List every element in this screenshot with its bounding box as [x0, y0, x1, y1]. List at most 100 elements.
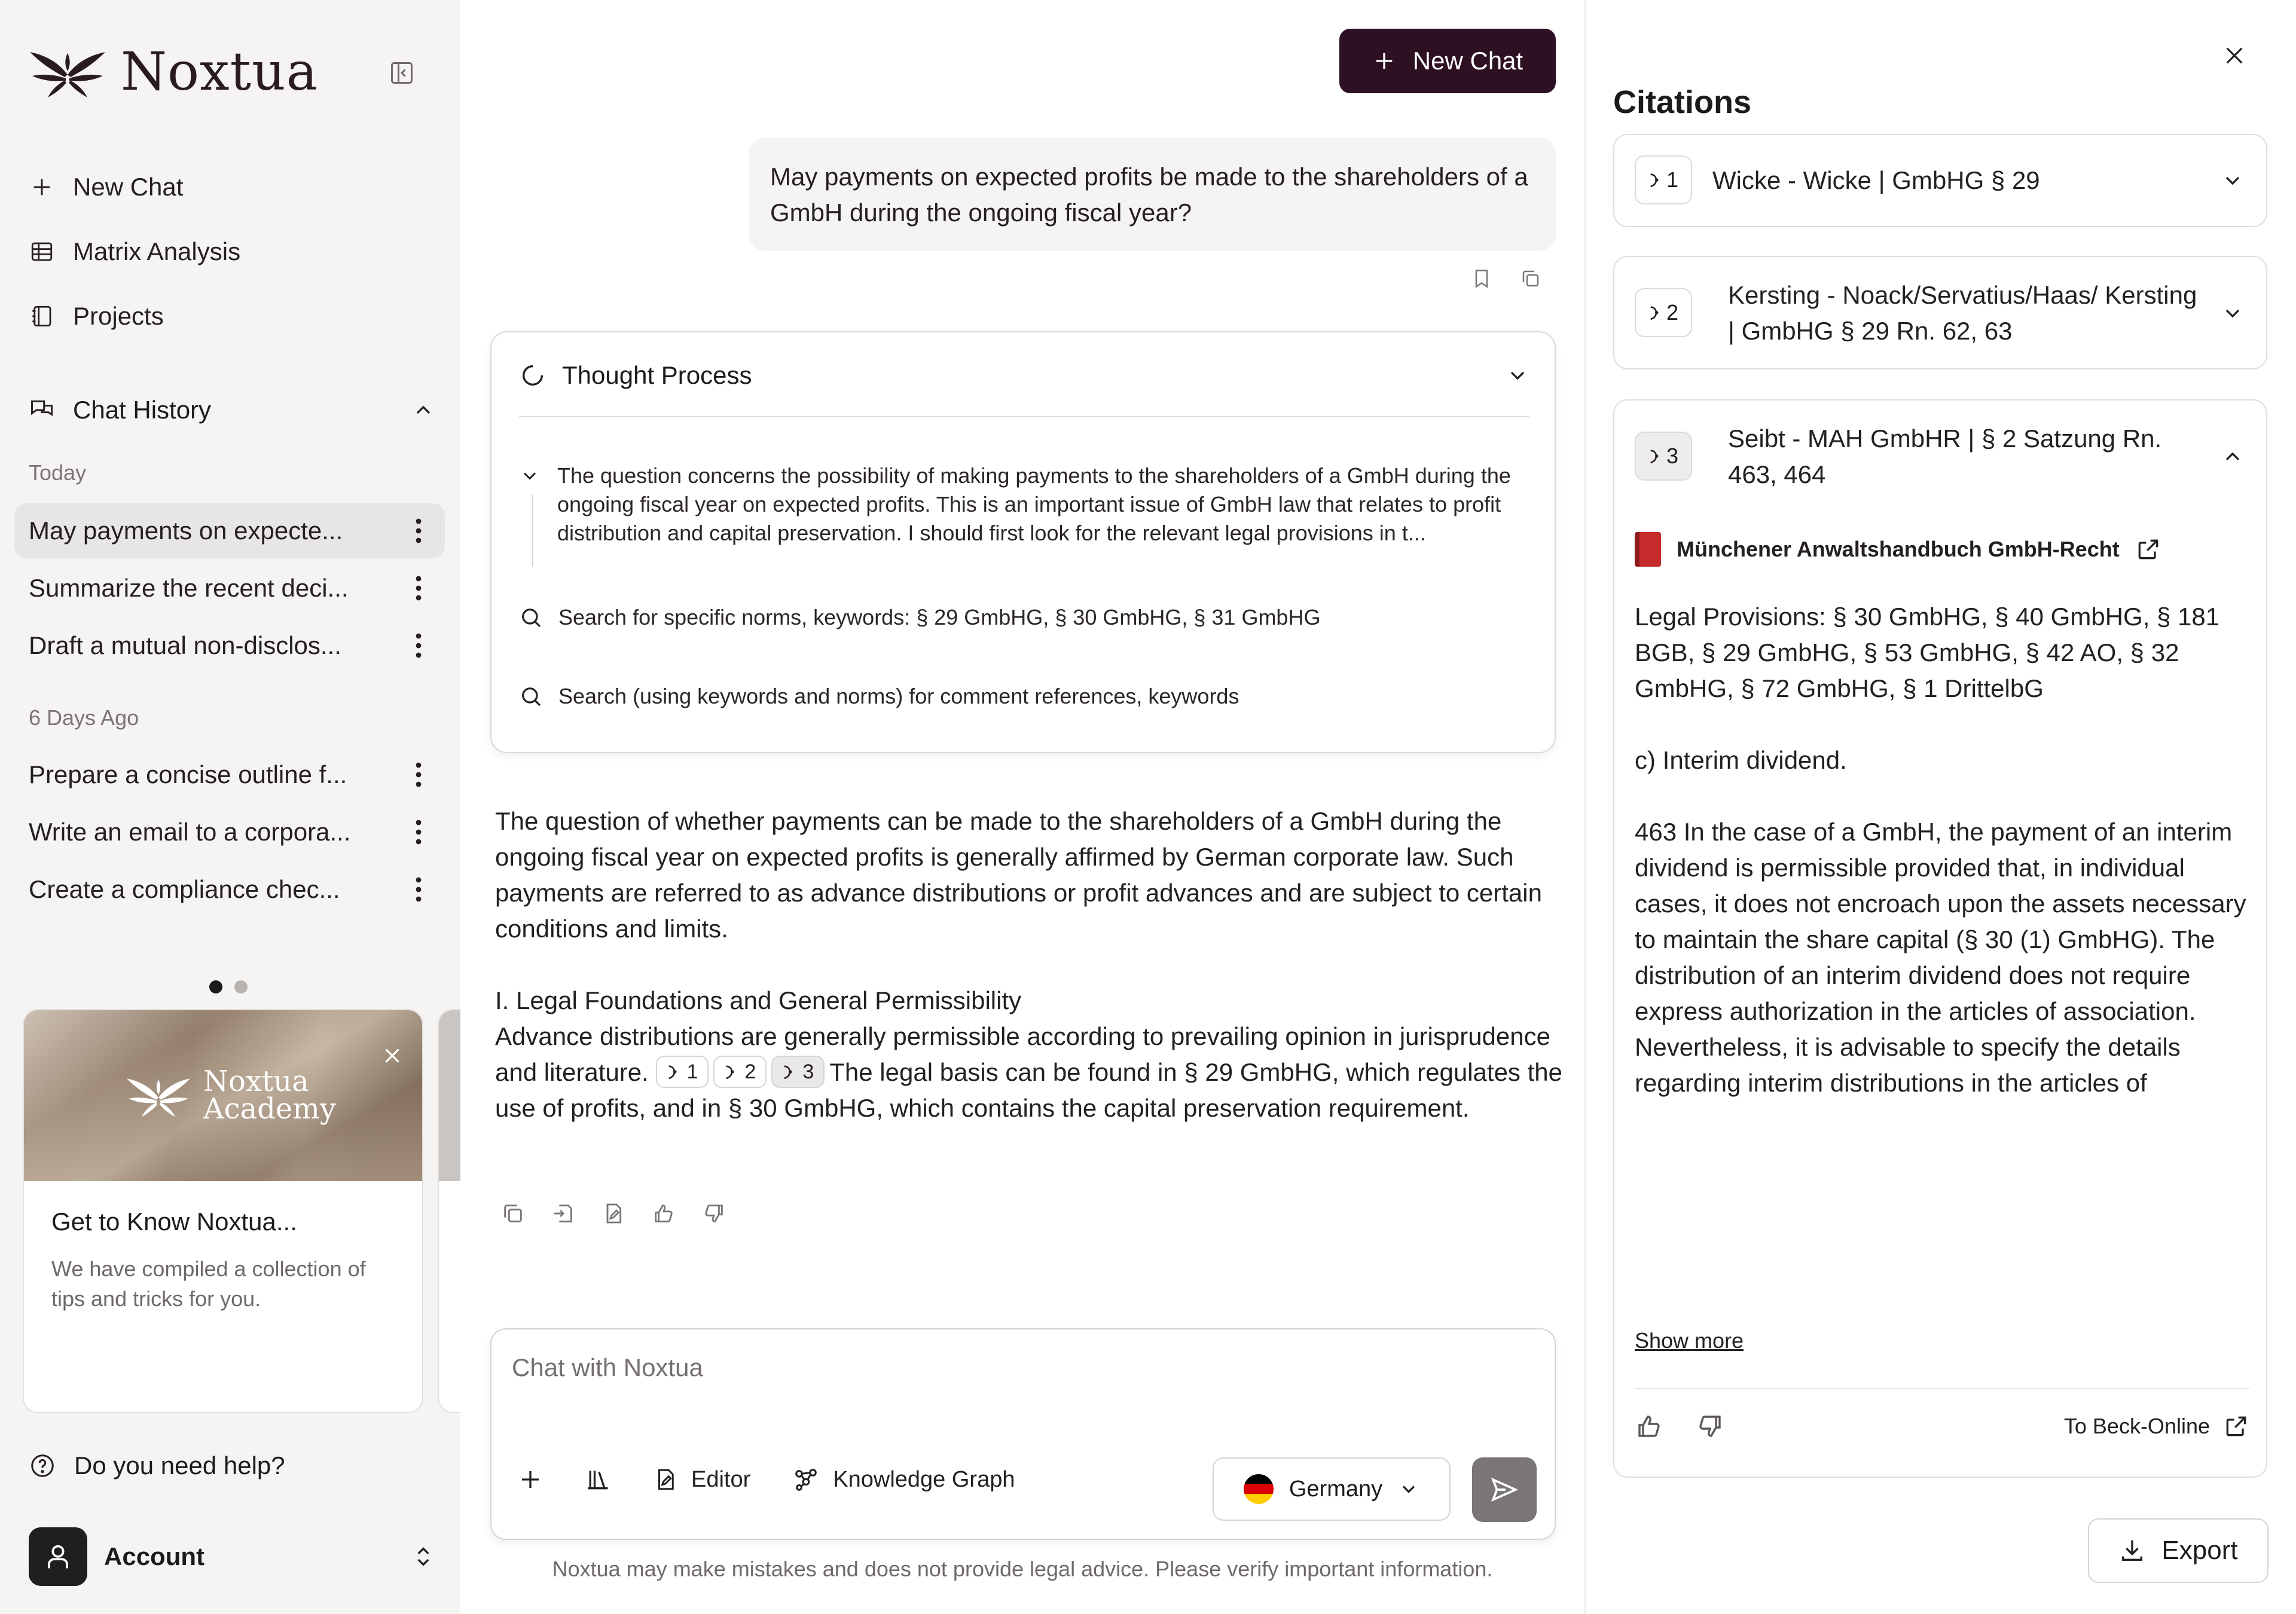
quote-icon: [724, 1063, 737, 1081]
chevron-down-icon: [519, 465, 541, 548]
thought-step: Search (using keywords and norms) for co…: [519, 684, 1239, 709]
attach-plus-icon[interactable]: [518, 1467, 543, 1492]
legal-disclaimer: Noxtua may make mistakes and does not pr…: [552, 1557, 1493, 1581]
citation-section: c) Interim dividend.: [1635, 746, 1847, 774]
library-icon[interactable]: [585, 1466, 611, 1493]
academy-logo: Noxtua Academy: [126, 1065, 336, 1126]
edit-document-icon[interactable]: [602, 1202, 625, 1225]
history-item[interactable]: Draft a mutual non-disclos...: [14, 618, 445, 673]
sidebar-item-label: Projects: [73, 302, 164, 330]
thumbs-up-icon[interactable]: [652, 1202, 676, 1225]
notebook-icon: [29, 303, 55, 329]
history-item[interactable]: Write an email to a corpora...: [14, 805, 445, 860]
country-select[interactable]: Germany: [1213, 1457, 1451, 1521]
citation-card-expanded: 3 Seibt - MAH GmbHR | § 2 Satzung Rn. 46…: [1613, 399, 2267, 1478]
edit-document-icon: [653, 1467, 678, 1492]
citation-chip-selected[interactable]: 3: [771, 1055, 825, 1088]
more-vertical-icon[interactable]: [407, 814, 430, 850]
collapse-sidebar-button[interactable]: [385, 56, 419, 90]
thought-step-text: Search (using keywords and norms) for co…: [558, 684, 1239, 708]
sidebar-item-matrix-analysis[interactable]: Matrix Analysis: [29, 231, 240, 273]
thought-step[interactable]: The question concerns the possibility of…: [519, 461, 1535, 567]
history-item[interactable]: Prepare a concise outline f...: [14, 747, 445, 802]
citation-number: 2: [1666, 300, 1679, 325]
history-group-label: 6 Days Ago: [29, 705, 139, 730]
thought-process-header[interactable]: Thought Process: [519, 351, 1529, 399]
thumbs-up-icon[interactable]: [1635, 1412, 1663, 1441]
panel-title: Citations: [1613, 84, 1752, 120]
citation-number: 3: [1666, 444, 1679, 468]
history-group-label: Today: [29, 460, 87, 485]
help-circle-icon: [29, 1452, 56, 1480]
thought-process-panel: Thought Process The question concerns th…: [490, 331, 1556, 753]
carousel-dot[interactable]: [234, 980, 248, 994]
assistant-answer-paragraph: Advance distributions are generally perm…: [495, 1019, 1565, 1126]
sidebar-item-projects[interactable]: Projects: [29, 295, 164, 337]
app-logo[interactable]: Noxtua: [29, 41, 318, 102]
more-vertical-icon[interactable]: [407, 628, 430, 664]
search-icon: [519, 606, 543, 629]
chat-input[interactable]: Chat with Noxtua: [512, 1353, 703, 1382]
beck-online-label: To Beck-Online: [2063, 1414, 2210, 1438]
thought-process-title: Thought Process: [562, 361, 752, 389]
close-icon[interactable]: [381, 1045, 403, 1066]
citation-number: 1: [686, 1060, 698, 1083]
sidebar-item-label: New Chat: [73, 173, 184, 201]
more-vertical-icon[interactable]: [407, 757, 430, 793]
more-vertical-icon[interactable]: [407, 872, 430, 907]
account-menu[interactable]: Account: [29, 1527, 435, 1586]
chevron-up-icon[interactable]: [2221, 445, 2245, 469]
loading-spinner-icon: [519, 362, 546, 389]
citation-card[interactable]: 2 Kersting - Noack/Servatius/Haas/ Kerst…: [1613, 256, 2267, 369]
close-icon[interactable]: [2222, 43, 2247, 68]
citation-number-badge: 2: [1635, 288, 1692, 337]
next-promo-card[interactable]: [438, 1009, 460, 1413]
bookmark-icon[interactable]: [1471, 268, 1492, 289]
citation-title: Seibt - MAH GmbHR | § 2 Satzung Rn. 463,…: [1728, 424, 2162, 488]
promo-description: We have compiled a collection of tips an…: [51, 1257, 366, 1311]
citation-source[interactable]: Münchener Anwaltshandbuch GmbH-Recht: [1635, 532, 2161, 567]
more-vertical-icon[interactable]: [407, 513, 430, 549]
carousel-dot-active[interactable]: [209, 980, 222, 994]
chevron-down-icon: [1506, 363, 1529, 387]
quote-icon: [1648, 304, 1662, 322]
history-item[interactable]: May payments on expecte...: [14, 503, 445, 558]
more-vertical-icon[interactable]: [407, 570, 430, 606]
account-label: Account: [104, 1542, 204, 1570]
help-link[interactable]: Do you need help?: [29, 1451, 285, 1480]
sidebar-collapse-icon: [389, 60, 415, 86]
history-item[interactable]: Summarize the recent deci...: [14, 561, 445, 616]
citation-excerpt: 463 In the case of a GmbH, the payment o…: [1635, 818, 2246, 1097]
citation-number: 3: [802, 1060, 814, 1083]
promo-brand-line: Academy: [203, 1092, 336, 1126]
thumbs-down-icon[interactable]: [702, 1202, 726, 1225]
academy-promo-card[interactable]: Noxtua Academy Get to Know Noxtua... We …: [23, 1009, 423, 1413]
citation-title: Wicke - Wicke | GmbHG § 29: [1712, 166, 2040, 194]
answer-actions: [501, 1202, 726, 1225]
new-chat-button[interactable]: New Chat: [1339, 29, 1556, 93]
sidebar-item-new-chat[interactable]: New Chat: [29, 166, 183, 208]
divider: [1635, 1388, 2249, 1389]
history-item[interactable]: Create a compliance chec...: [14, 862, 445, 917]
copy-icon[interactable]: [501, 1202, 525, 1225]
country-label: Germany: [1289, 1476, 1383, 1502]
assistant-answer-paragraph: The question of whether payments can be …: [495, 807, 1542, 943]
show-more-link[interactable]: Show more: [1635, 1328, 1744, 1353]
thumbs-down-icon[interactable]: [1696, 1412, 1724, 1441]
editor-button[interactable]: Editor: [653, 1467, 750, 1493]
citation-chip[interactable]: 2: [713, 1055, 767, 1088]
quote-icon: [1648, 447, 1662, 465]
copy-icon[interactable]: [1520, 268, 1541, 289]
chat-history-header[interactable]: Chat History: [29, 396, 435, 424]
citation-chip[interactable]: 1: [655, 1055, 709, 1088]
send-button[interactable]: [1472, 1457, 1537, 1522]
citation-card[interactable]: 1 Wicke - Wicke | GmbHG § 29: [1613, 134, 2267, 227]
beck-online-link[interactable]: To Beck-Online: [2064, 1413, 2249, 1439]
insert-icon[interactable]: [551, 1202, 575, 1225]
divider: [519, 416, 1529, 417]
export-button[interactable]: Export: [2088, 1518, 2268, 1583]
chat-composer: Chat with Noxtua Editor Knowledge Graph: [490, 1328, 1556, 1540]
promo-brand-line: Noxtua: [203, 1065, 309, 1098]
chevron-down-icon: [2221, 169, 2245, 192]
knowledge-graph-button[interactable]: Knowledge Graph: [792, 1466, 1015, 1493]
